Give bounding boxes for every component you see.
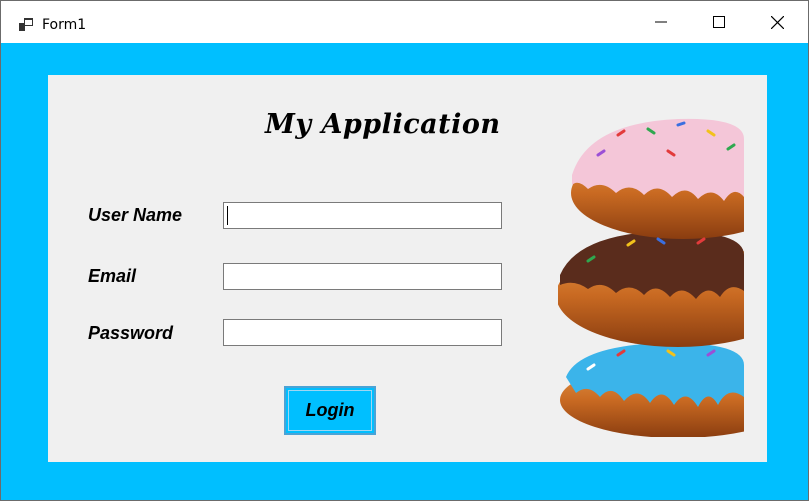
minimize-button[interactable]: [632, 1, 690, 43]
form1-window: Form1 My Application User Name Email Pas…: [0, 0, 809, 501]
close-icon: [770, 15, 784, 29]
login-button[interactable]: Login: [284, 386, 376, 435]
email-label: Email: [88, 266, 137, 286]
title-bar[interactable]: Form1: [1, 1, 808, 43]
username-input[interactable]: [223, 202, 502, 229]
text-cursor: [227, 206, 228, 225]
maximize-button[interactable]: [690, 1, 748, 43]
close-button[interactable]: [748, 1, 806, 43]
app-window-icon: [19, 18, 33, 31]
login-panel: My Application User Name Email Password …: [48, 75, 767, 462]
username-label: User Name: [88, 205, 183, 225]
email-input[interactable]: [223, 263, 502, 290]
app-heading: My Application: [265, 109, 501, 140]
password-label: Password: [88, 323, 174, 343]
donut-image: [558, 118, 744, 437]
password-input[interactable]: [223, 319, 502, 346]
window-title: Form1: [42, 17, 87, 33]
maximize-icon: [713, 16, 725, 28]
minimize-icon: [655, 21, 667, 23]
